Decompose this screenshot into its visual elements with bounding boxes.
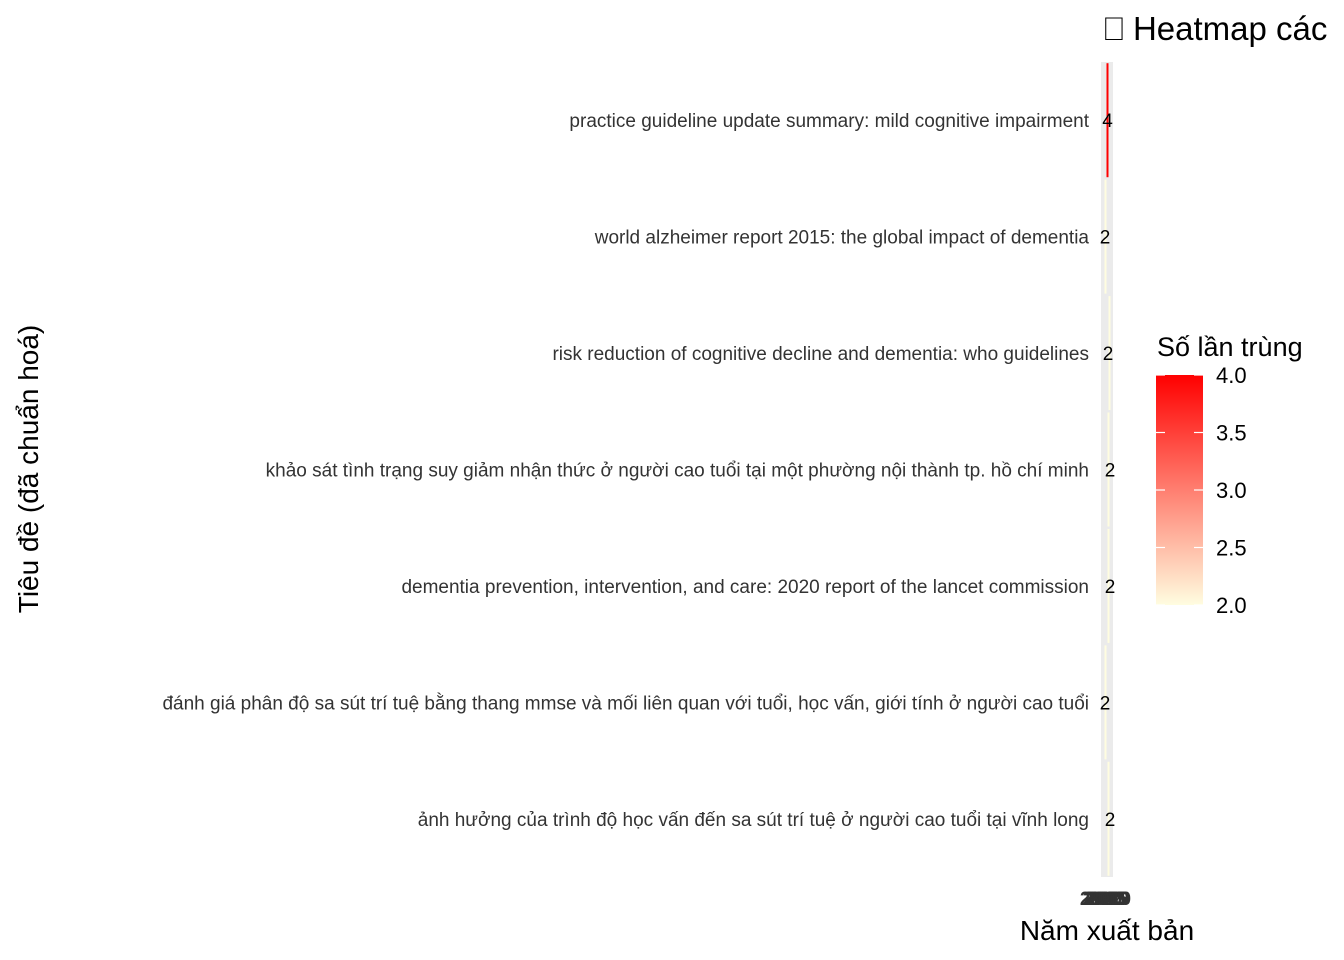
legend-tick-label: 4.0 [1216,363,1247,388]
y-tick-label: dementia prevention, intervention, and c… [401,577,1089,598]
legend-title: Số lần trùng [1157,332,1303,362]
cell-value-label: 4 [1102,111,1113,132]
cell-value-label: 2 [1100,693,1111,714]
y-tick-label: ảnh hưởng của trình độ học vấn đến sa sú… [418,810,1089,831]
y-tick-label: practice guideline update summary: mild … [569,111,1089,132]
legend-tick-label: 3.0 [1216,478,1247,503]
y-axis-title: Tiêu đề (đã chuẩn hoá) [13,325,44,614]
x-tick-labels: 20202018201520192010 [1080,889,1131,910]
cell-value-label: 2 [1100,228,1111,249]
cell-value-label: 2 [1105,810,1116,831]
legend-tick-label: 2.0 [1216,593,1247,618]
y-tick-labels: practice guideline update summary: mild … [162,111,1089,831]
legend-tick-label: 2.5 [1216,536,1247,561]
x-axis-title: Năm xuất bản [1020,915,1194,946]
y-tick-label: khảo sát tình trạng suy giảm nhận thức ở… [266,461,1089,482]
y-tick-label: đánh giá phân độ sa sút trí tuệ bằng tha… [162,692,1089,714]
x-tick-label: 2010 [1089,889,1131,910]
legend-tick-label: 3.5 [1216,421,1247,446]
cell-value-label: 2 [1105,461,1116,482]
cell-value-label: 2 [1105,577,1116,598]
color-legend: Số lần trùng 4.0 3.5 3.0 2.5 2.0 [1156,332,1303,618]
cell-value-label: 2 [1103,344,1114,365]
y-tick-label: risk reduction of cognitive decline and … [552,344,1089,365]
heatmap-chart: ⎕ Heatmap các 4 2 2 2 2 2 2 practice guideline… [13,10,1327,946]
chart-title: ⎕ Heatmap các [1104,10,1327,47]
y-tick-label: world alzheimer report 2015: the global … [594,228,1090,249]
